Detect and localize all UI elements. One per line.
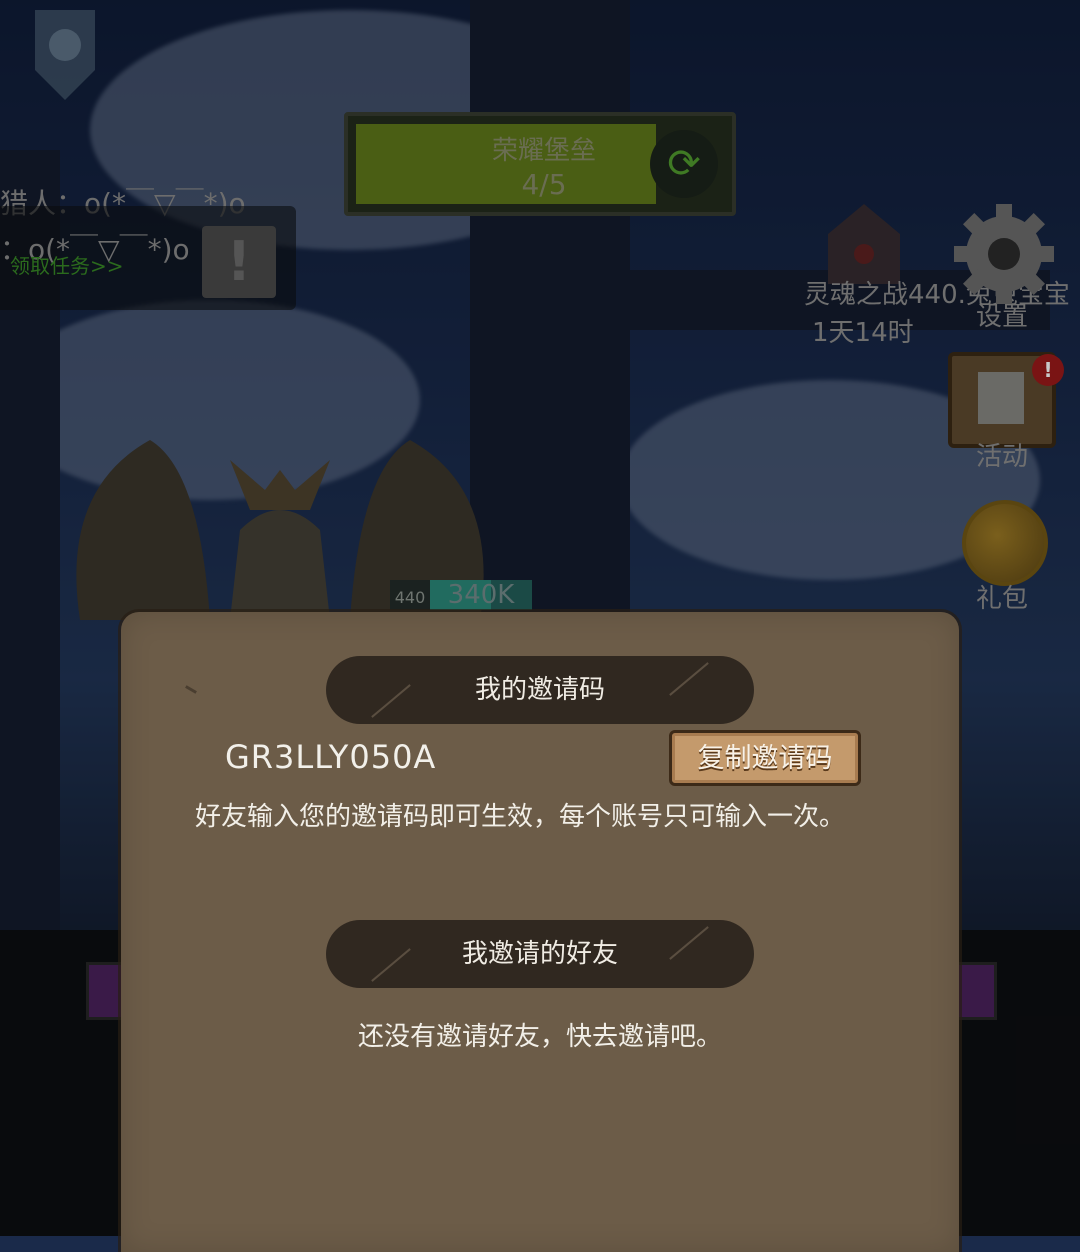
my-code-header-label: 我的邀请码 [474, 675, 605, 705]
gift-label: 礼包 [976, 584, 1029, 614]
castle-icon[interactable] [818, 204, 910, 284]
soul-war-label: 灵魂之战 [804, 280, 909, 310]
scratch-mark [185, 685, 197, 694]
guild-emblem-icon[interactable] [20, 0, 110, 110]
soul-war-timer: 1天14时 [812, 318, 914, 348]
fortress-banner[interactable]: 荣耀堡垒 4/5 ⟳ [344, 112, 736, 216]
invite-description: 好友输入您的邀请码即可生效，每个账号只可输入一次。 [195, 802, 846, 832]
right-purple-bar [955, 962, 997, 1020]
invited-friends-header: 我邀请的好友 [326, 920, 754, 988]
power-level: 440 [390, 580, 430, 610]
invited-friends-header-label: 我邀请的好友 [461, 939, 618, 969]
settings-label: 设置 [976, 302, 1029, 332]
swap-arrows-icon[interactable]: ⟳ [650, 130, 718, 198]
copy-code-button[interactable]: 复制邀请码 [669, 730, 861, 786]
notification-badge: ! [1032, 354, 1064, 386]
empty-friends-message: 还没有邀请好友，快去邀请吧。 [357, 1022, 722, 1052]
power-bar: 440 340K [390, 580, 532, 610]
power-value: 340K [447, 580, 515, 610]
activity-label: 活动 [976, 442, 1029, 472]
my-code-header: 我的邀请码 [326, 656, 754, 724]
invite-code-value: GR3LLY050A [225, 738, 437, 776]
copy-code-button-label: 复制邀请码 [697, 743, 833, 774]
claim-quest-link[interactable]: 领取任务>> [10, 250, 124, 279]
exclamation-icon[interactable]: ! [202, 226, 276, 298]
gift-coin-icon[interactable] [962, 500, 1048, 586]
invite-modal: 我的邀请码 GR3LLY050A 复制邀请码 好友输入您的邀请码即可生效，每个账… [121, 612, 959, 1252]
gear-icon[interactable] [950, 200, 1058, 308]
